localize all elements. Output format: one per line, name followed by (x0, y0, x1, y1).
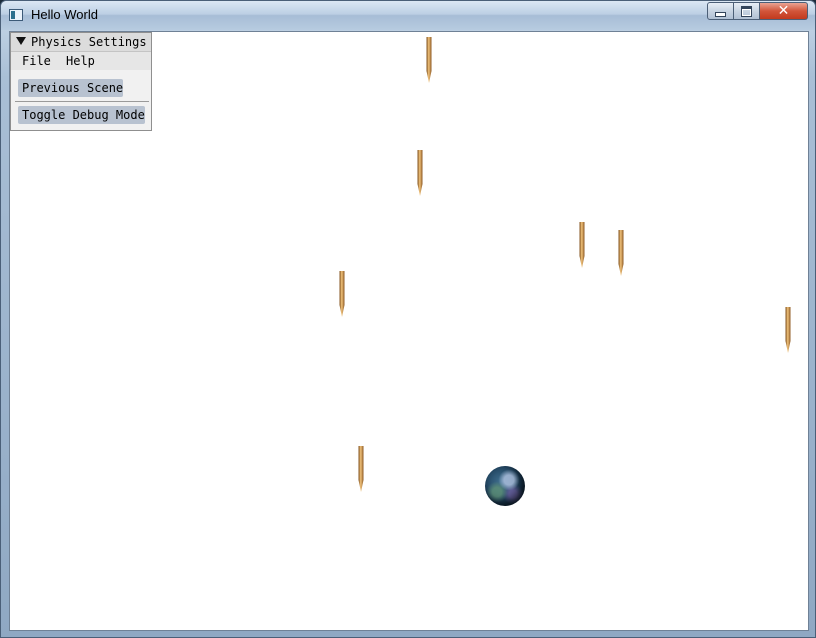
bullet-sprite (417, 150, 423, 196)
previous-scene-button[interactable]: Previous Scene (18, 79, 123, 97)
bullet-sprite (579, 222, 585, 268)
app-window: Hello World ✕ Physics Settings File Help… (0, 0, 816, 638)
maximize-icon (741, 5, 752, 17)
menu-help[interactable]: Help (66, 54, 95, 68)
collapse-arrow-icon[interactable] (16, 37, 26, 45)
window-title: Hello World (31, 7, 98, 22)
bullet-sprite (785, 307, 791, 353)
planet-sprite (485, 466, 525, 506)
separator (15, 101, 149, 102)
title-bar[interactable]: Hello World ✕ (1, 1, 815, 30)
render-canvas[interactable]: Physics Settings File Help Previous Scen… (9, 31, 809, 631)
menu-file[interactable]: File (22, 54, 51, 68)
close-icon: ✕ (777, 3, 790, 19)
minimize-icon (715, 11, 726, 17)
app-icon (9, 9, 23, 21)
bullet-sprite (358, 446, 364, 492)
panel-title: Physics Settings (31, 35, 147, 49)
close-button[interactable]: ✕ (760, 2, 808, 20)
menu-bar: File Help (11, 52, 151, 70)
bullet-sprite (426, 37, 432, 83)
minimize-button[interactable] (707, 2, 734, 20)
maximize-button[interactable] (734, 2, 760, 20)
bullet-sprite (339, 271, 345, 317)
bullet-sprite (618, 230, 624, 276)
physics-settings-panel: Physics Settings File Help Previous Scen… (10, 32, 152, 131)
panel-header[interactable]: Physics Settings (11, 33, 151, 52)
toggle-debug-mode-button[interactable]: Toggle Debug Mode (18, 106, 145, 124)
